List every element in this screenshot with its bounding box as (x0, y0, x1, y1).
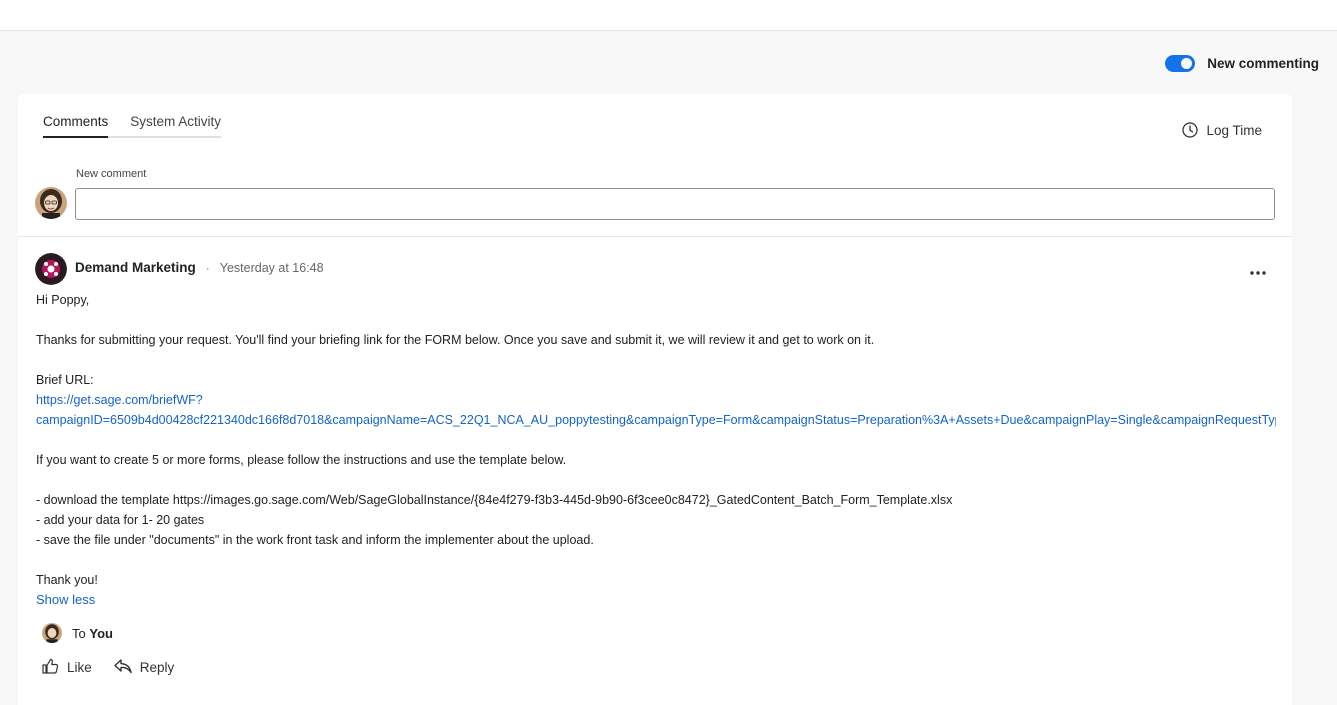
like-label: Like (67, 660, 92, 675)
post-header: Demand Marketing · Yesterday at 16:48 (75, 260, 324, 275)
to-recipient: You (89, 625, 113, 641)
recipient-row: To You (42, 623, 113, 643)
divider (18, 236, 1292, 237)
brief-url-link-continued[interactable]: campaignID=6509b4d00428cf221340dc166f8d7… (36, 413, 1276, 427)
current-user-avatar (35, 187, 67, 219)
like-button[interactable]: Like (42, 658, 92, 677)
forms-note-line: If you want to create 5 or more forms, p… (36, 453, 567, 467)
show-less-link[interactable]: Show less (36, 592, 95, 607)
post-actions: Like Reply (42, 658, 174, 677)
tab-system-activity[interactable]: System Activity (130, 114, 221, 136)
reply-button[interactable]: Reply (114, 658, 175, 677)
tab-comments[interactable]: Comments (43, 114, 109, 138)
demand-marketing-avatar (35, 253, 67, 285)
reply-arrow-icon (114, 658, 132, 677)
post-body: Hi Poppy, Thanks for submitting your req… (36, 290, 1276, 590)
recipient-avatar (42, 623, 62, 643)
more-options-button[interactable] (1250, 262, 1266, 280)
greeting-line: Hi Poppy, (36, 293, 90, 307)
reply-label: Reply (139, 660, 175, 675)
new-commenting-switch[interactable] (1165, 54, 1196, 72)
new-comment-input[interactable] (75, 188, 1275, 220)
thanks-line: Thank you! (36, 573, 98, 587)
comments-panel: Comments System Activity Log Time New co… (18, 94, 1292, 705)
header-separator: · (205, 260, 210, 275)
activity-tabs: Comments System Activity (43, 114, 222, 138)
brief-url-label: Brief URL: (36, 373, 94, 387)
thumbs-up-icon (42, 658, 59, 677)
clock-icon (1182, 122, 1199, 138)
brief-url-link[interactable]: https://get.sage.com/briefWF? (36, 393, 203, 407)
new-commenting-label: New commenting (1207, 55, 1319, 71)
post-timestamp: Yesterday at 16:48 (219, 260, 324, 275)
post-author[interactable]: Demand Marketing (75, 260, 196, 275)
new-comment-label: New comment (76, 168, 147, 180)
step-download-line: - download the template https://images.g… (36, 493, 953, 507)
new-commenting-toggle-row: New commenting (1165, 52, 1319, 74)
more-horizontal-icon (1250, 262, 1266, 279)
top-bar (0, 0, 1337, 31)
step-save-line: - save the file under "documents" in the… (36, 533, 594, 547)
to-prefix: To (72, 625, 86, 641)
log-time-label: Log Time (1206, 122, 1262, 138)
intro-line: Thanks for submitting your request. You'… (36, 333, 875, 347)
log-time-button[interactable]: Log Time (1182, 122, 1262, 138)
step-data-line: - add your data for 1- 20 gates (36, 513, 205, 527)
